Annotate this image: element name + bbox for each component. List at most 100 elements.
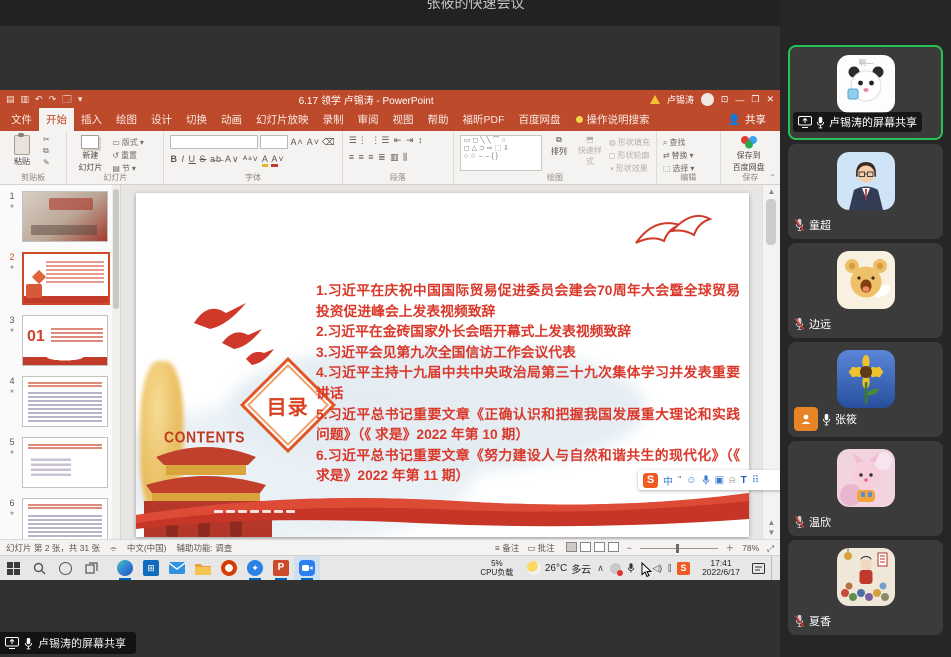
ime-punct-icon[interactable]: ” [678, 475, 681, 486]
mail-icon[interactable] [164, 556, 190, 580]
tab-insert[interactable]: 插入 [74, 108, 109, 131]
office-icon[interactable] [216, 556, 242, 580]
participant-tile-host[interactable]: 张筱 [788, 342, 943, 437]
tab-animations[interactable]: 动画 [214, 108, 249, 131]
slide-thumb-3[interactable]: 01 [22, 315, 108, 366]
undo-icon[interactable]: ↶ [35, 94, 43, 105]
quick-styles-button[interactable]: ⬒快速样式 [576, 135, 604, 167]
ime-skin-icon[interactable]: T [741, 475, 747, 486]
search-button[interactable] [26, 556, 52, 580]
shape-fill-button[interactable]: ◍ 形状填充 [609, 137, 650, 148]
taskbar-clock[interactable]: 17:412022/6/17 [696, 559, 746, 578]
show-desktop-button[interactable] [771, 556, 776, 580]
replace-button[interactable]: ⇄ 替换 ▾ [663, 150, 695, 161]
agenda-item[interactable]: 1.习近平在庆祝中国国际贸易促进委员会建会70周年大会暨全球贸易投资促进峰会上发… [316, 281, 740, 322]
previous-slide-icon[interactable]: ▲ [763, 518, 780, 528]
zoom-level[interactable]: 78% [742, 543, 759, 553]
slide-thumb-6[interactable] [22, 498, 108, 540]
tab-foxit-pdf[interactable]: 福昕PDF [456, 108, 512, 131]
tab-record[interactable]: 录制 [316, 108, 351, 131]
collapse-ribbon-icon[interactable]: ⌃ [769, 173, 776, 182]
ime-emoji-icon[interactable]: ☺ [686, 475, 696, 486]
meeting-app-icon[interactable] [294, 556, 320, 580]
participant-tile[interactable]: 童超 [788, 144, 943, 239]
sync-error-icon[interactable] [610, 563, 621, 574]
clear-format-icon[interactable]: ⌫ [322, 137, 336, 148]
ime-mic-icon[interactable] [702, 474, 710, 486]
participant-tile[interactable]: 边远 [788, 243, 943, 338]
tab-draw[interactable]: 绘图 [109, 108, 144, 131]
ime-person-icon[interactable]: ⍾ [729, 475, 736, 486]
tell-me-search[interactable]: 操作说明搜索 [568, 108, 658, 131]
tab-slideshow[interactable]: 幻灯片放映 [249, 108, 316, 131]
paste-button[interactable]: 粘贴 [6, 135, 38, 167]
font-name-input[interactable] [170, 135, 258, 149]
warning-icon[interactable] [650, 95, 660, 104]
slide-thumb-1[interactable] [22, 191, 108, 242]
cortana-button[interactable] [52, 556, 78, 580]
tab-baidu-pan[interactable]: 百度网盘 [512, 108, 568, 131]
account-avatar[interactable] [701, 93, 714, 106]
fit-slide-icon[interactable]: ⤢ [767, 543, 774, 554]
slide-thumb-4[interactable] [22, 376, 108, 427]
new-slide-button[interactable]: 新建幻灯片 [73, 135, 107, 173]
zoom-slider[interactable] [640, 548, 718, 549]
participant-tile[interactable]: 夏香 [788, 540, 943, 635]
next-slide-icon[interactable]: ▼ [763, 528, 780, 538]
agenda-text[interactable]: 1.习近平在庆祝中国国际贸易促进委员会建会70周年大会暨全球贸易投资促进峰会上发… [316, 281, 740, 487]
save-icon[interactable]: ▥ [21, 94, 30, 105]
zoom-in-icon[interactable]: ＋ [726, 542, 735, 554]
align-buttons[interactable]: ≡ ≡ ≡ ≣ ▥ ⫼ [349, 152, 447, 163]
shape-outline-button[interactable]: ◻ 形状轮廓 [609, 150, 650, 161]
tab-view[interactable]: 视图 [386, 108, 421, 131]
participant-tile-sharer[interactable]: 啊— 卢锡涛的屏幕共享 [788, 45, 943, 140]
restore-icon[interactable]: ❐ [751, 94, 759, 105]
qat-dropdown-icon[interactable]: ▾ [78, 94, 83, 105]
font-style-buttons[interactable]: B I U S a̶b̶ A∨ ᴬᵃ˅ A A˅ [170, 154, 335, 165]
tab-transitions[interactable]: 切换 [179, 108, 214, 131]
minimize-icon[interactable]: — [735, 95, 744, 105]
grow-shrink-font[interactable]: A˄ A˅ [290, 137, 320, 147]
close-window-icon[interactable]: ✕ [766, 94, 774, 105]
network-icon[interactable]: ⫿ [668, 563, 671, 574]
start-button[interactable] [0, 556, 26, 580]
slideshow-icon[interactable]: 🗔 [62, 92, 72, 108]
find-button[interactable]: ⌕ 查找 [663, 137, 695, 148]
task-view-button[interactable] [78, 556, 104, 580]
ribbon-display-icon[interactable]: ⊡ [721, 94, 729, 105]
agenda-item[interactable]: 2.习近平在金砖国家外长会晤开幕式上发表视频致辞 [316, 322, 740, 343]
tab-home[interactable]: 开始 [39, 108, 74, 131]
spell-icon[interactable]: ⌯ [110, 543, 117, 554]
tab-help[interactable]: 帮助 [421, 108, 456, 131]
save-to-baidu-button[interactable]: 保存到百度网盘 [727, 135, 771, 173]
share-button[interactable]: 👤共享 [718, 108, 776, 131]
sogou-ime-toolbar[interactable]: S 中 ” ☺ ▣ ⍾ T ⠿ [638, 470, 786, 490]
view-switcher[interactable] [563, 542, 619, 554]
shapes-palette[interactable]: ▭ ◻ ╲ ╲ ⌒ ○◻ △ ⊃ ⇨ ⬚ ⇩○ ☆ ⌣ ⌢ { } [460, 135, 542, 171]
chat-app-icon[interactable]: ✦ [242, 556, 268, 580]
redo-icon[interactable]: ↷ [49, 94, 57, 105]
tab-design[interactable]: 设计 [144, 108, 179, 131]
notification-center-icon[interactable] [752, 563, 765, 574]
language-status[interactable]: 中文(中国) [127, 542, 167, 554]
volume-icon[interactable]: ◁) [652, 563, 662, 574]
comments-button[interactable]: ▭ 批注 [527, 542, 554, 554]
notes-button[interactable]: ≡ 备注 [495, 542, 519, 554]
store-icon[interactable]: ⊞ [138, 556, 164, 580]
file-explorer-icon[interactable] [190, 556, 216, 580]
sogou-logo[interactable]: S [643, 473, 658, 488]
zoom-out-icon[interactable]: − [627, 543, 632, 553]
edge-icon[interactable] [112, 556, 138, 580]
tray-expand-icon[interactable]: ∧ [597, 563, 604, 574]
accessibility-status[interactable]: 辅助功能: 调查 [176, 542, 232, 554]
ime-clipboard-icon[interactable]: ▣ [715, 475, 724, 486]
agenda-item[interactable]: 5.习近平总书记重要文章《正确认识和把握我国发展重大理论和实践问题》（《 求是》… [316, 405, 740, 446]
quick-access-toolbar[interactable]: ▤ ▥ ↶ ↷ 🗔 ▾ [6, 92, 82, 108]
participant-tile[interactable]: 温欣 [788, 441, 943, 536]
thumbnail-scrollbar[interactable] [112, 185, 120, 540]
font-size-input[interactable] [260, 135, 288, 149]
sogou-tray-icon[interactable]: S [677, 562, 690, 575]
agenda-item[interactable]: 3.习近平会见第九次全国信访工作会议代表 [316, 343, 740, 364]
reset-button[interactable]: ↺ 重置 [112, 150, 144, 161]
weather-widget[interactable]: 26°C多云 [527, 561, 591, 576]
